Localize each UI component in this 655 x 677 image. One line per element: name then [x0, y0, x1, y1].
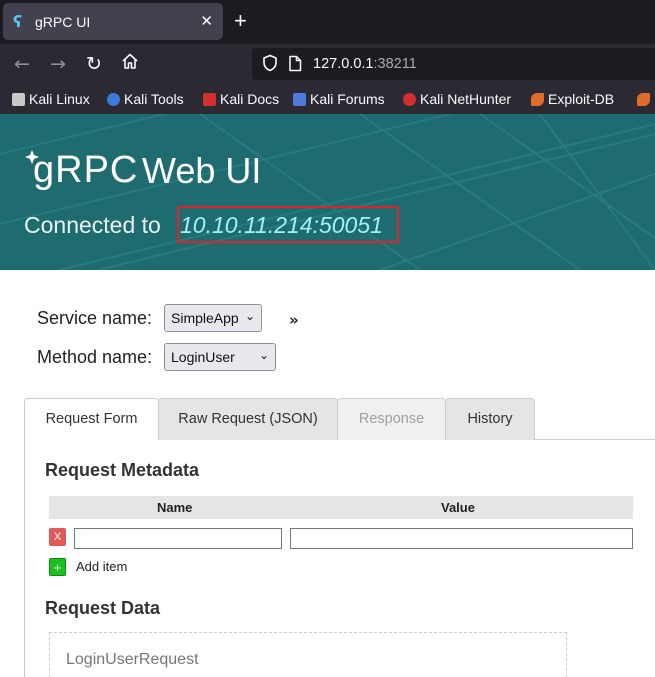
browser-tab-grpc-ui[interactable]: ʕ gRPC UI ✕: [3, 3, 223, 40]
forward-arrow-icon[interactable]: →: [50, 53, 66, 75]
exploit-db-icon: [531, 93, 544, 106]
metadata-name-input[interactable]: [74, 528, 282, 549]
bookmarks-bar: Kali Linux Kali Tools Kali Docs Kali For…: [0, 86, 655, 114]
metadata-value-input[interactable]: [290, 528, 633, 549]
new-tab-button[interactable]: +: [234, 8, 247, 34]
back-arrow-icon[interactable]: ←: [14, 53, 30, 75]
bookmark-label: Kali Forums: [310, 91, 385, 107]
url-text[interactable]: 127.0.0.1:38211: [313, 56, 417, 72]
service-select-value: SimpleApp: [171, 310, 239, 326]
grpc-logo: gRPC: [33, 149, 139, 191]
tab-response: Response: [337, 398, 446, 440]
bookmark-kali-nethunter[interactable]: Kali NetHunter: [403, 91, 511, 107]
request-message-name: LoginUserRequest: [66, 651, 199, 668]
column-header-name: Name: [157, 500, 193, 515]
bookmark-kali-tools[interactable]: Kali Tools: [107, 91, 184, 107]
header-banner: gRPC Web UI Connected to 10.10.11.214:50…: [0, 114, 655, 270]
bookmark-kali-docs[interactable]: Kali Docs: [203, 91, 279, 107]
kali-tools-icon: [107, 93, 120, 106]
remove-row-button[interactable]: X: [49, 528, 66, 546]
bookmark-label: Kali NetHunter: [420, 91, 512, 107]
expand-icon[interactable]: »: [289, 311, 299, 329]
reload-icon[interactable]: ↻: [86, 53, 102, 75]
request-data-title: Request Data: [45, 598, 161, 618]
bookmark-label: Exploit-DB: [548, 91, 615, 107]
bookmark-label: Kali Docs: [220, 91, 280, 107]
browser-tab-bar: ʕ gRPC UI ✕ +: [0, 0, 655, 44]
tab-raw-request[interactable]: Raw Request (JSON): [158, 398, 338, 440]
method-select-value: LoginUser: [171, 349, 235, 365]
panel-border: [24, 439, 25, 677]
request-metadata-title: Request Metadata: [45, 460, 200, 480]
tab-title: gRPC UI: [35, 14, 91, 30]
bookmark-label: Kali Linux: [29, 91, 90, 107]
exploit-icon: [637, 93, 650, 106]
close-tab-icon[interactable]: ✕: [200, 12, 213, 30]
bookmark-kali-forums[interactable]: Kali Forums: [293, 91, 385, 107]
bookmark-exploit-db[interactable]: Exploit-DB: [531, 91, 614, 107]
method-select[interactable]: LoginUser ⌄: [164, 343, 276, 371]
add-item-button[interactable]: +: [49, 558, 66, 576]
column-header-value: Value: [441, 500, 475, 515]
page-icon[interactable]: [288, 55, 302, 77]
metadata-table-header: Name Value: [49, 496, 633, 519]
bookmark-kali-linux[interactable]: Kali Linux: [12, 91, 90, 107]
url-port: :38211: [373, 56, 417, 72]
tab-request-form[interactable]: Request Form: [24, 398, 159, 440]
bookmark-label: Kali Tools: [124, 91, 184, 107]
kali-nethunter-icon: [403, 93, 416, 106]
url-host: 127.0.0.1: [313, 56, 374, 72]
url-bar[interactable]: 127.0.0.1:38211: [252, 48, 655, 80]
server-address: 10.10.11.214:50051: [180, 212, 383, 238]
service-name-label: Service name:: [37, 308, 153, 328]
method-name-label: Method name:: [37, 347, 153, 367]
home-icon[interactable]: [121, 52, 139, 75]
chevron-down-icon: ⌄: [244, 309, 255, 323]
connected-label: Connected to: [24, 212, 161, 238]
chevron-down-icon: ⌄: [258, 348, 269, 362]
add-item-label: Add item: [76, 559, 128, 574]
kali-forums-icon: [293, 93, 306, 106]
banner-pattern: [0, 114, 655, 270]
page-title: Web UI: [142, 150, 262, 191]
shield-icon[interactable]: [262, 54, 278, 77]
grpc-favicon-icon: ʕ: [13, 12, 23, 31]
kali-docs-icon: [203, 93, 216, 106]
tab-history[interactable]: History: [445, 398, 535, 440]
service-select[interactable]: SimpleApp ⌄: [164, 304, 262, 332]
kali-dragon-icon: [12, 93, 25, 106]
bookmark-overflow[interactable]: [637, 91, 654, 107]
browser-nav-bar: ← → ↻ 127.0.0.1:38211: [0, 44, 655, 86]
